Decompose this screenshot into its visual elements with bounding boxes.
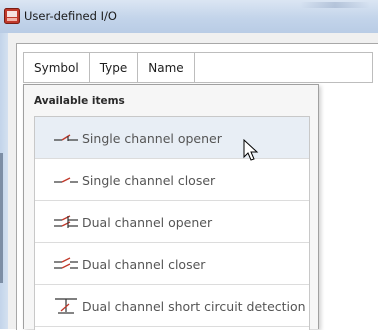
short-circuit-detection-icon <box>55 298 77 314</box>
available-items-list: Single channel opener Single channel clo… <box>34 116 310 330</box>
app-icon <box>4 8 20 24</box>
list-item-dual-channel-closer[interactable]: Dual channel closer <box>35 243 309 285</box>
list-item-single-channel-closer[interactable]: Single channel closer <box>35 159 309 201</box>
popup-title: Available items <box>34 95 125 107</box>
list-item-label: Single channel closer <box>82 173 216 188</box>
dual-channel-closer-icon <box>54 257 78 269</box>
title-bar[interactable]: User-defined I/O <box>0 0 378 34</box>
list-item-single-channel-opener[interactable]: Single channel opener <box>35 117 309 159</box>
column-header-name[interactable]: Name <box>138 52 195 83</box>
list-item-label: Dual channel short circuit detection <box>82 299 306 314</box>
list-item-label: Dual channel opener <box>82 215 213 230</box>
dual-channel-opener-icon <box>54 215 78 228</box>
list-item-label: Dual channel closer <box>82 257 206 272</box>
single-channel-closer-icon <box>54 177 78 183</box>
mouse-pointer-icon <box>243 139 259 161</box>
table-header: Symbol Type Name <box>23 52 373 83</box>
available-items-popup: Available items Single channel opener Si… <box>23 84 319 330</box>
window-title: User-defined I/O <box>24 9 117 23</box>
list-item-dual-channel-short-circuit-detection[interactable]: Dual channel short circuit detection <box>35 285 309 327</box>
column-header-empty <box>194 52 373 83</box>
single-channel-opener-icon <box>54 134 78 141</box>
window-frame-left <box>0 33 8 329</box>
list-item-label: Single channel opener <box>82 131 222 146</box>
column-header-symbol[interactable]: Symbol <box>23 52 90 83</box>
column-header-type[interactable]: Type <box>89 52 139 83</box>
list-item-dual-channel-opener[interactable]: Dual channel opener <box>35 201 309 243</box>
